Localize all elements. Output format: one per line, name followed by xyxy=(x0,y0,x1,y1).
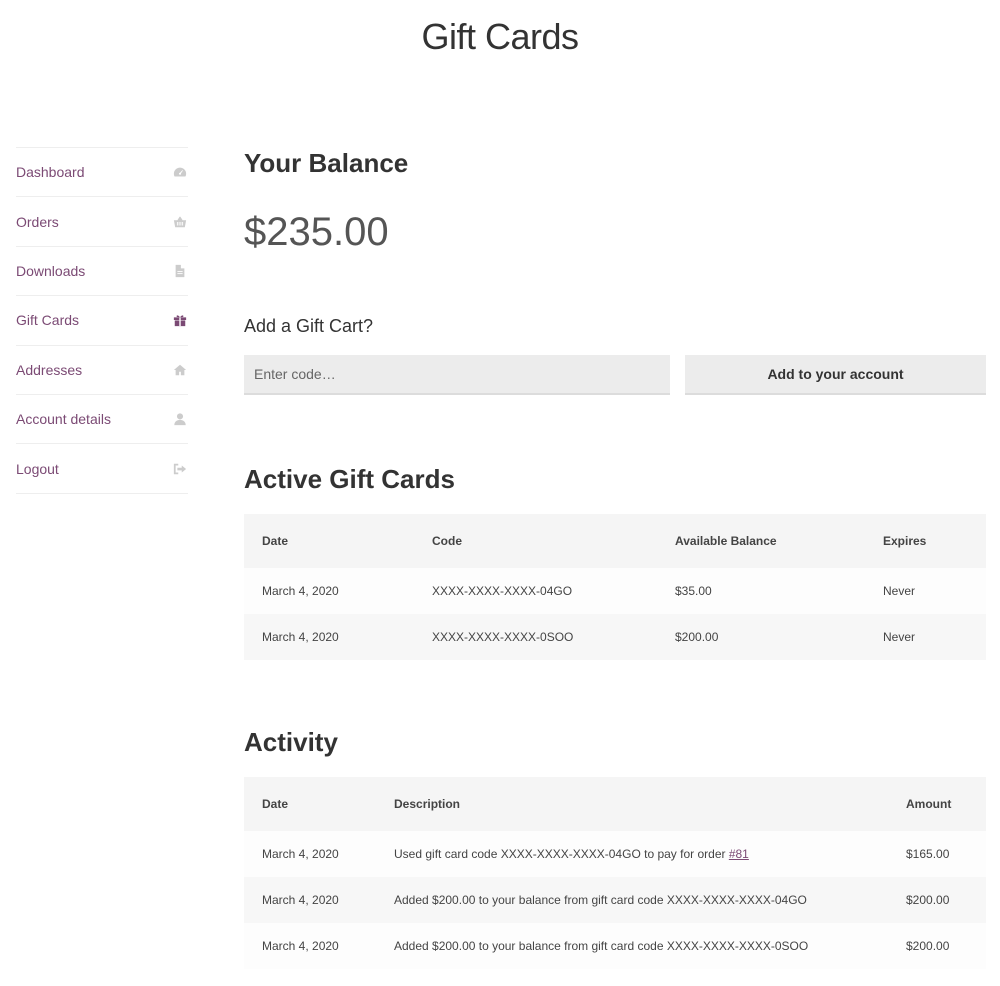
table-row: March 4, 2020 XXXX-XXXX-XXXX-0SOO $200.0… xyxy=(244,614,986,660)
home-icon xyxy=(172,362,188,378)
date-cell: March 4, 2020 xyxy=(262,630,339,644)
dashboard-icon xyxy=(172,164,188,180)
sidebar-item-label: Gift Cards xyxy=(16,312,80,329)
activity-heading: Activity xyxy=(244,727,338,757)
amount-cell: $200.00 xyxy=(906,939,950,953)
sidebar-item-dashboard[interactable]: Dashboard xyxy=(16,148,188,198)
sidebar-item-label: Dashboard xyxy=(16,164,85,181)
sidebar-item-label: Logout xyxy=(16,460,59,477)
balance-cell: $35.00 xyxy=(675,584,712,598)
gift-card-code-input[interactable] xyxy=(244,355,670,395)
column-header: Date xyxy=(262,797,289,811)
add-to-account-button[interactable]: Add to your account xyxy=(685,355,986,395)
column-header: Description xyxy=(394,797,461,811)
file-icon xyxy=(172,263,188,279)
table-row: March 4, 2020 Added $200.00 to your bala… xyxy=(244,923,986,969)
active-gift-cards-heading: Active Gift Cards xyxy=(244,464,455,494)
sidebar-item-orders[interactable]: Orders xyxy=(16,197,188,247)
sign-out-icon xyxy=(172,461,188,477)
column-header: Code xyxy=(432,534,462,548)
basket-icon xyxy=(172,214,188,230)
date-cell: March 4, 2020 xyxy=(262,939,339,953)
add-gift-card-label: Add a Gift Cart? xyxy=(244,316,374,336)
column-header: Available Balance xyxy=(675,534,777,548)
balance-cell: $200.00 xyxy=(675,630,719,644)
activity-table: Date Description Amount March 4, 2020 Us… xyxy=(244,777,986,969)
sidebar-item-label: Account details xyxy=(16,411,111,428)
table-header-row: Date Description Amount xyxy=(244,777,986,831)
sidebar-item-downloads[interactable]: Downloads xyxy=(16,247,188,297)
user-icon xyxy=(172,411,188,427)
gift-icon xyxy=(172,312,188,328)
amount-cell: $165.00 xyxy=(906,847,950,861)
column-header: Amount xyxy=(906,797,952,811)
description-cell: Added $200.00 to your balance from gift … xyxy=(394,939,809,953)
sidebar-item-account-details[interactable]: Account details xyxy=(16,395,188,445)
description-cell: Added $200.00 to your balance from gift … xyxy=(394,893,807,907)
table-row: March 4, 2020 Used gift card code XXXX-X… xyxy=(244,831,986,877)
page-title: Gift Cards xyxy=(421,16,579,57)
sidebar-item-label: Orders xyxy=(16,213,59,230)
sidebar-item-label: Downloads xyxy=(16,262,86,279)
balance-amount: $235.00 xyxy=(244,210,389,254)
table-header-row: Date Code Available Balance Expires xyxy=(244,514,986,568)
amount-cell: $200.00 xyxy=(906,893,950,907)
date-cell: March 4, 2020 xyxy=(262,584,339,598)
expires-cell: Never xyxy=(883,630,916,644)
table-row: March 4, 2020 Added $200.00 to your bala… xyxy=(244,877,986,923)
sidebar-item-label: Addresses xyxy=(16,361,83,378)
description-text: Used gift card code XXXX-XXXX-XXXX-04GO … xyxy=(394,847,729,861)
active-gift-cards-table: Date Code Available Balance Expires Marc… xyxy=(244,514,986,660)
sidebar-item-addresses[interactable]: Addresses xyxy=(16,346,188,395)
sidebar-item-gift-cards[interactable]: Gift Cards xyxy=(16,296,188,346)
account-navigation: Dashboard Orders Downloads Gift Cards Ad… xyxy=(16,147,188,494)
code-cell: XXXX-XXXX-XXXX-04GO xyxy=(432,584,573,598)
sidebar-item-logout[interactable]: Logout xyxy=(16,444,188,494)
code-cell: XXXX-XXXX-XXXX-0SOO xyxy=(432,630,574,644)
balance-heading: Your Balance xyxy=(244,148,409,178)
table-row: March 4, 2020 XXXX-XXXX-XXXX-04GO $35.00… xyxy=(244,568,986,614)
description-cell: Used gift card code XXXX-XXXX-XXXX-04GO … xyxy=(376,831,888,877)
column-header: Expires xyxy=(883,534,927,548)
order-link[interactable]: #81 xyxy=(729,847,749,861)
date-cell: March 4, 2020 xyxy=(262,893,339,907)
date-cell: March 4, 2020 xyxy=(262,847,339,861)
expires-cell: Never xyxy=(883,584,916,598)
column-header: Date xyxy=(262,534,289,548)
